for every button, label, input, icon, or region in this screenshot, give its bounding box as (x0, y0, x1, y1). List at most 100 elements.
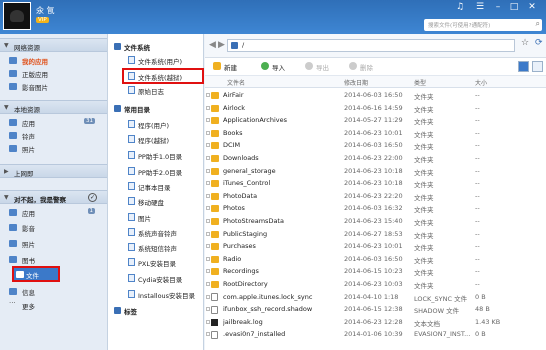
table-row[interactable]: Recordings 2014-06-15 10:23 文件夹 -- (205, 266, 546, 278)
dir-item[interactable]: PP助手2.0目录 (126, 165, 204, 178)
music-icon[interactable]: ♫ (456, 2, 464, 12)
row-checkbox[interactable] (206, 130, 210, 135)
sidebar-item-media[interactable]: 影音图片 (0, 80, 107, 93)
row-checkbox[interactable] (206, 294, 210, 299)
row-checkbox[interactable] (206, 118, 210, 123)
search-icon[interactable]: ⌕ (536, 19, 540, 29)
username[interactable]: 氽 氜 (36, 5, 55, 16)
table-row[interactable]: PhotoData 2014-06-23 22:20 文件夹 -- (205, 191, 546, 203)
export-button[interactable]: 导出 (305, 62, 329, 72)
list-view-button[interactable] (532, 61, 543, 72)
close-icon[interactable]: ✕ (526, 2, 538, 12)
table-row[interactable]: .evasi0n7_installed 2014-01-06 10:39 EVASI… (205, 329, 546, 341)
section-web[interactable]: ▶ 上网即 (0, 164, 107, 178)
sidebar-item-device-media[interactable]: 影音 (0, 221, 107, 234)
collapse-arrow-icon[interactable]: ▶ (4, 168, 9, 175)
sidebar-item-files[interactable]: 文件 (12, 266, 60, 282)
sidebar-item-more[interactable]: ··· 更多 (0, 299, 107, 312)
col-type[interactable]: 类型 (414, 78, 426, 87)
dir-item[interactable]: 移动硬盘 (126, 195, 204, 208)
row-checkbox[interactable] (206, 181, 210, 186)
collapse-arrow-icon[interactable]: ▼ (4, 104, 9, 111)
delete-button[interactable]: 删除 (349, 62, 373, 72)
table-row[interactable]: PhotoStreamsData 2014-06-23 15:40 文件夹 -- (205, 216, 546, 228)
collapse-arrow-icon[interactable]: ▼ (4, 42, 9, 49)
row-checkbox[interactable] (206, 231, 210, 236)
avatar[interactable] (3, 2, 31, 30)
row-checkbox[interactable] (206, 156, 210, 160)
search-input[interactable]: 搜索文件(可使用?通配符) ⌕ (424, 19, 542, 31)
sidebar-item-device-books[interactable]: 图书 (0, 253, 107, 266)
table-row[interactable]: Purchases 2014-06-23 10:01 文件夹 -- (205, 241, 546, 253)
row-checkbox[interactable] (206, 307, 210, 312)
group-file-system[interactable]: 文件系统 (114, 42, 150, 52)
table-row[interactable]: Photos 2014-06-03 16:32 文件夹 -- (205, 203, 546, 215)
dir-item[interactable]: Installous安装目录 (126, 288, 204, 301)
col-size[interactable]: 大小 (475, 78, 487, 87)
table-row[interactable]: Radio 2014-06-03 16:50 文件夹 -- (205, 254, 546, 266)
import-button[interactable]: 导入 (261, 62, 285, 72)
row-checkbox[interactable] (206, 93, 210, 97)
dir-item-user-fs[interactable]: 文件系统(用户) (126, 54, 204, 67)
table-row[interactable]: iTunes_Control 2014-06-23 10:18 文件夹 -- (205, 178, 546, 190)
sidebar-item-ringtones[interactable]: 铃声 (0, 129, 107, 142)
dir-item[interactable]: 程序(用户) (126, 118, 204, 131)
table-row[interactable]: PublicStaging 2014-06-27 18:53 文件夹 -- (205, 229, 546, 241)
section-local[interactable]: ▼ 本地资源 (0, 100, 107, 114)
table-row[interactable]: jailbreak.log 2014-06-23 12:28 文本文档 1.43 KB (205, 317, 546, 329)
back-icon[interactable]: ◀ (209, 40, 216, 50)
refresh-icon[interactable]: ⟳ (535, 38, 543, 48)
table-row[interactable]: Airlock 2014-06-16 14:59 文件夹 -- (205, 103, 546, 115)
table-row[interactable]: general_storage 2014-06-23 10:18 文件夹 -- (205, 166, 546, 178)
row-checkbox[interactable] (206, 168, 210, 173)
sidebar-item-device-photos[interactable]: 照片 (0, 237, 107, 250)
path-input[interactable]: / (227, 39, 515, 52)
col-date[interactable]: 修改日期 (344, 78, 368, 87)
section-network[interactable]: ▼ 网络资源 (0, 38, 107, 52)
row-checkbox[interactable] (206, 105, 210, 110)
sidebar-item-messages[interactable]: 信息 (0, 285, 107, 298)
sidebar-item-photos[interactable]: 照片 (0, 142, 107, 155)
grid-view-button[interactable] (518, 61, 529, 72)
row-checkbox[interactable] (206, 319, 210, 324)
row-checkbox[interactable] (206, 282, 210, 286)
table-row[interactable]: com.apple.itunes.lock_sync 2014-04-10 1:1… (205, 292, 546, 304)
minimize-icon[interactable]: – (492, 2, 504, 12)
row-checkbox[interactable] (206, 219, 210, 223)
row-checkbox[interactable] (206, 206, 210, 211)
sidebar-item-device-apps[interactable]: 应用 1 (0, 206, 107, 219)
row-checkbox[interactable] (206, 244, 210, 249)
dir-item[interactable]: PXL安装目录 (126, 256, 204, 269)
check-icon[interactable]: ✓ (88, 193, 97, 202)
forward-icon[interactable]: ▶ (218, 40, 225, 50)
star-icon[interactable]: ☆ (521, 38, 529, 48)
collapse-arrow-icon[interactable]: ▼ (4, 194, 9, 201)
dir-item[interactable]: 记事本目录 (126, 180, 204, 193)
sidebar-item-local-apps[interactable]: 应用 31 (0, 116, 107, 129)
table-row[interactable]: Books 2014-06-23 10:01 文件夹 -- (205, 128, 546, 140)
row-checkbox[interactable] (206, 269, 210, 274)
table-row[interactable]: ApplicationArchives 2014-05-27 11:29 文件夹 -- (205, 115, 546, 127)
dir-item[interactable]: 系统短信铃声 (126, 241, 204, 254)
sidebar-item-genuine-apps[interactable]: 正版应用 (0, 67, 107, 80)
row-checkbox[interactable] (206, 193, 210, 198)
dir-item[interactable]: 系统声音铃声 (126, 226, 204, 239)
table-row[interactable]: DCIM 2014-06-03 16:50 文件夹 -- (205, 140, 546, 152)
dir-item[interactable]: 图片 (126, 211, 204, 224)
group-common-dirs[interactable]: 常用目录 (114, 104, 150, 114)
section-device[interactable]: ▼ 对不起，我是警察 ✓ (0, 190, 107, 204)
group-tags[interactable]: 标签 (114, 306, 137, 316)
dir-item[interactable]: 程序(越狱) (126, 133, 204, 146)
dir-item[interactable]: Cydia安装目录 (126, 272, 204, 285)
table-row[interactable]: Downloads 2014-06-23 22:00 文件夹 -- (205, 153, 546, 165)
table-row[interactable]: RootDirectory 2014-06-23 10:03 文件夹 -- (205, 279, 546, 291)
sidebar-item-my-apps[interactable]: 我的应用 (0, 54, 107, 67)
row-checkbox[interactable] (206, 332, 210, 337)
col-name[interactable]: 文件名 (227, 78, 245, 87)
maximize-icon[interactable]: □ (508, 2, 520, 12)
dir-item[interactable]: PP助手1.0目录 (126, 149, 204, 162)
dir-item-jailbreak-fs[interactable]: 文件系统(越狱) (122, 68, 204, 84)
dir-item-raw-log[interactable]: 原始日志 (126, 84, 204, 97)
table-row[interactable]: ifunbox_ssh_record.shadow 2014-06-15 12:3… (205, 304, 546, 316)
new-button[interactable]: 新建 (213, 62, 237, 72)
